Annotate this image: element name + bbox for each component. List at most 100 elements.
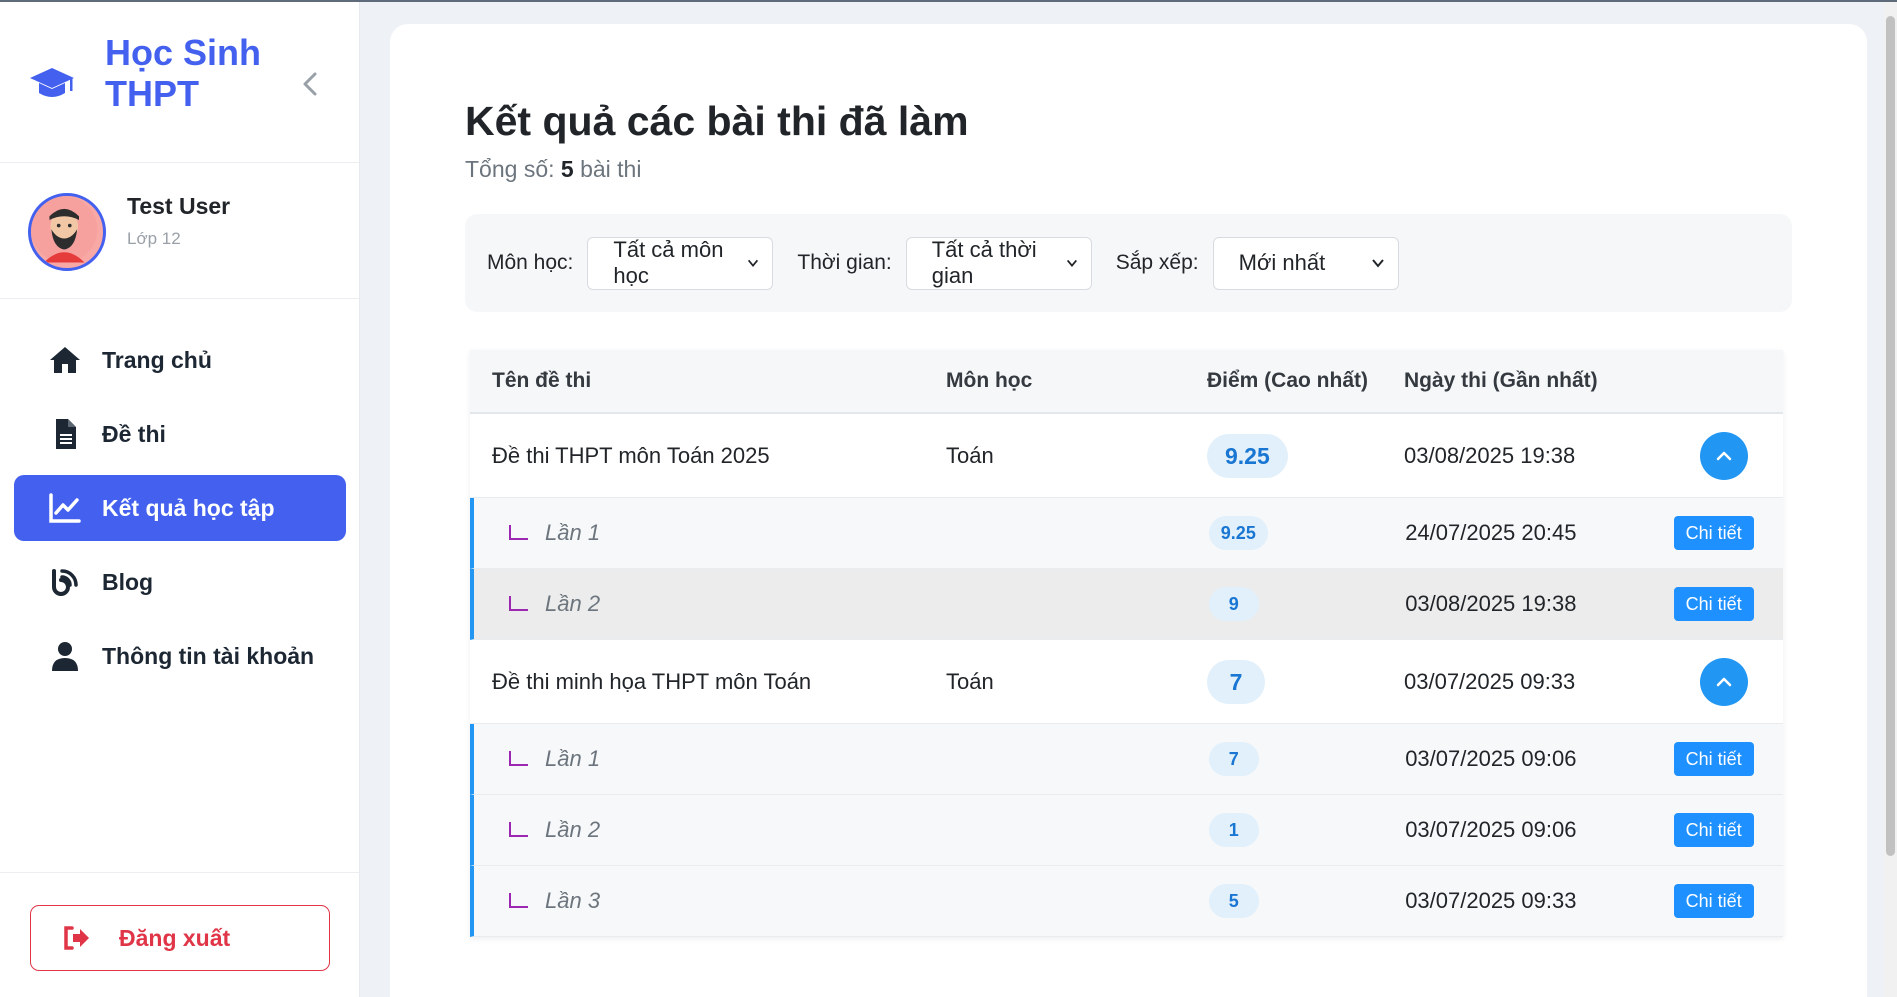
detail-button[interactable]: Chi tiết: [1673, 813, 1754, 847]
time-filter-label: Thời gian:: [797, 251, 892, 274]
attempt-label: Lần 3: [545, 888, 601, 913]
sidebar-item-label: Blog: [102, 568, 154, 595]
detail-button[interactable]: Chi tiết: [1673, 884, 1754, 918]
score-badge: 9: [1208, 587, 1259, 621]
sidebar-item-label: Thông tin tài khoản: [102, 642, 315, 669]
avatar: [28, 193, 106, 271]
sidebar-item-home[interactable]: Trang chủ: [14, 327, 346, 393]
tree-branch-icon: [509, 822, 528, 837]
chevron-up-icon: [1716, 677, 1731, 686]
attempt-date: 24/07/2025 20:45: [1405, 520, 1577, 545]
attempt-row: Lần 2 9 03/08/2025 19:38 Chi tiết: [470, 569, 1783, 640]
detail-button[interactable]: Chi tiết: [1673, 516, 1754, 550]
table-row: Đề thi THPT môn Toán 2025 Toán 9.25 03/0…: [470, 414, 1783, 498]
attempt-date: 03/07/2025 09:06: [1405, 746, 1577, 771]
exam-name: Đề thi minh họa THPT môn Toán: [492, 668, 812, 694]
sidebar: Học Sinh THPT Test User Lớp 12 Trang chủ: [0, 2, 360, 997]
tree-branch-icon: [509, 893, 528, 908]
sidebar-item-label: Trang chủ: [102, 346, 212, 373]
subtitle-prefix: Tổng số:: [465, 156, 555, 182]
attempt-row: Lần 3 5 03/07/2025 09:33 Chi tiết: [470, 866, 1783, 937]
table-row: Đề thi minh họa THPT môn Toán Toán 7 03/…: [470, 640, 1783, 724]
logout-button[interactable]: Đăng xuất: [30, 905, 330, 971]
score-badge: 9.25: [1208, 516, 1268, 550]
detail-button[interactable]: Chi tiết: [1673, 742, 1754, 776]
header-exam-name: Tên đề thi: [492, 369, 592, 392]
score-badge: 1: [1208, 813, 1259, 847]
sort-filter-label: Sắp xếp:: [1115, 251, 1199, 274]
time-select[interactable]: Tất cả thời gian: [905, 236, 1092, 290]
exam-date: 03/08/2025 19:38: [1404, 442, 1576, 468]
detail-button[interactable]: Chi tiết: [1673, 587, 1754, 621]
sidebar-item-exams[interactable]: Đề thi: [14, 401, 346, 467]
scrollbar-thumb[interactable]: [1886, 16, 1895, 856]
sidebar-item-account[interactable]: Thông tin tài khoản: [14, 623, 346, 689]
graduation-cap-icon: [30, 68, 74, 97]
chevron-up-icon: [1716, 451, 1731, 460]
attempt-row: Lần 1 7 03/07/2025 09:06 Chi tiết: [470, 724, 1783, 795]
sidebar-item-label: Đề thi: [102, 420, 166, 447]
subject-filter-label: Môn học:: [487, 251, 574, 274]
attempt-date: 03/07/2025 09:06: [1405, 817, 1577, 842]
attempt-row: Lần 2 1 03/07/2025 09:06 Chi tiết: [470, 795, 1783, 866]
main-card: Kết quả các bài thi đã làm Tổng số: 5 bà…: [390, 24, 1867, 997]
blog-icon: [52, 569, 78, 596]
sidebar-item-results[interactable]: Kết quả học tập: [14, 475, 346, 541]
chevron-down-icon: [1371, 259, 1384, 268]
chart-line-icon: [49, 493, 81, 523]
sidebar-nav: Trang chủ Đề thi Kết quả học tập Blog Th…: [14, 327, 346, 697]
brand-title: Học Sinh THPT: [105, 32, 262, 114]
tree-branch-icon: [509, 525, 528, 540]
score-badge: 9.25: [1207, 433, 1288, 478]
time-select-value: Tất cả thời gian: [931, 237, 1037, 288]
exam-count: 5: [560, 156, 574, 182]
header-subject: Môn học: [946, 369, 1033, 392]
user-name: Test User: [127, 193, 231, 219]
attempt-date: 03/07/2025 09:33: [1405, 888, 1577, 913]
score-badge: 5: [1208, 884, 1259, 918]
user-profile: Test User Lớp 12: [0, 163, 359, 299]
filter-bar: Môn học: Tất cả môn học Thời gian: Tất c…: [465, 214, 1792, 312]
sidebar-item-label: Kết quả học tập: [102, 494, 275, 521]
score-badge: 7: [1208, 742, 1259, 776]
sidebar-footer: Đăng xuất: [0, 872, 359, 997]
subtitle-suffix: bài thi: [580, 156, 642, 182]
attempt-date: 03/08/2025 19:38: [1405, 591, 1577, 616]
document-icon: [56, 419, 76, 449]
header-date: Ngày thi (Gần nhất): [1404, 369, 1598, 392]
page-title: Kết quả các bài thi đã làm: [465, 98, 969, 144]
attempt-label: Lần 2: [545, 591, 601, 616]
exam-date: 03/07/2025 09:33: [1404, 668, 1576, 694]
attempt-label: Lần 2: [545, 817, 601, 842]
exam-subject: Toán: [946, 442, 994, 468]
home-icon: [50, 347, 80, 373]
exam-name: Đề thi THPT môn Toán 2025: [492, 442, 770, 468]
user-class: Lớp 12: [127, 229, 181, 248]
chevron-down-icon: [1066, 259, 1077, 267]
user-icon: [52, 642, 78, 671]
collapse-button[interactable]: [1699, 657, 1748, 706]
score-badge: 7: [1207, 659, 1265, 704]
logout-label: Đăng xuất: [119, 924, 231, 951]
page-scrollbar[interactable]: [1884, 2, 1897, 997]
subject-select[interactable]: Tất cả môn học: [587, 236, 774, 290]
table-header: Tên đề thi Môn học Điểm (Cao nhất) Ngày …: [470, 350, 1783, 414]
attempt-label: Lần 1: [545, 520, 601, 545]
subject-select-value: Tất cả môn học: [613, 237, 724, 288]
chevron-down-icon: [748, 259, 759, 268]
tree-branch-icon: [509, 596, 528, 611]
header-score: Điểm (Cao nhất): [1207, 369, 1369, 392]
sort-select-value: Mới nhất: [1238, 250, 1326, 275]
tree-branch-icon: [509, 751, 528, 766]
collapse-button[interactable]: [1699, 431, 1748, 480]
brand-header: Học Sinh THPT: [0, 2, 359, 163]
sign-out-icon: [64, 926, 89, 950]
page-subtitle: Tổng số: 5 bài thi: [465, 156, 641, 183]
attempt-row: Lần 1 9.25 24/07/2025 20:45 Chi tiết: [470, 498, 1783, 569]
sort-select[interactable]: Mới nhất: [1212, 236, 1399, 290]
results-table: Tên đề thi Môn học Điểm (Cao nhất) Ngày …: [470, 350, 1783, 937]
chevron-left-icon[interactable]: [296, 68, 324, 100]
attempt-label: Lần 1: [545, 746, 601, 771]
exam-subject: Toán: [946, 668, 994, 694]
sidebar-item-blog[interactable]: Blog: [14, 549, 346, 615]
